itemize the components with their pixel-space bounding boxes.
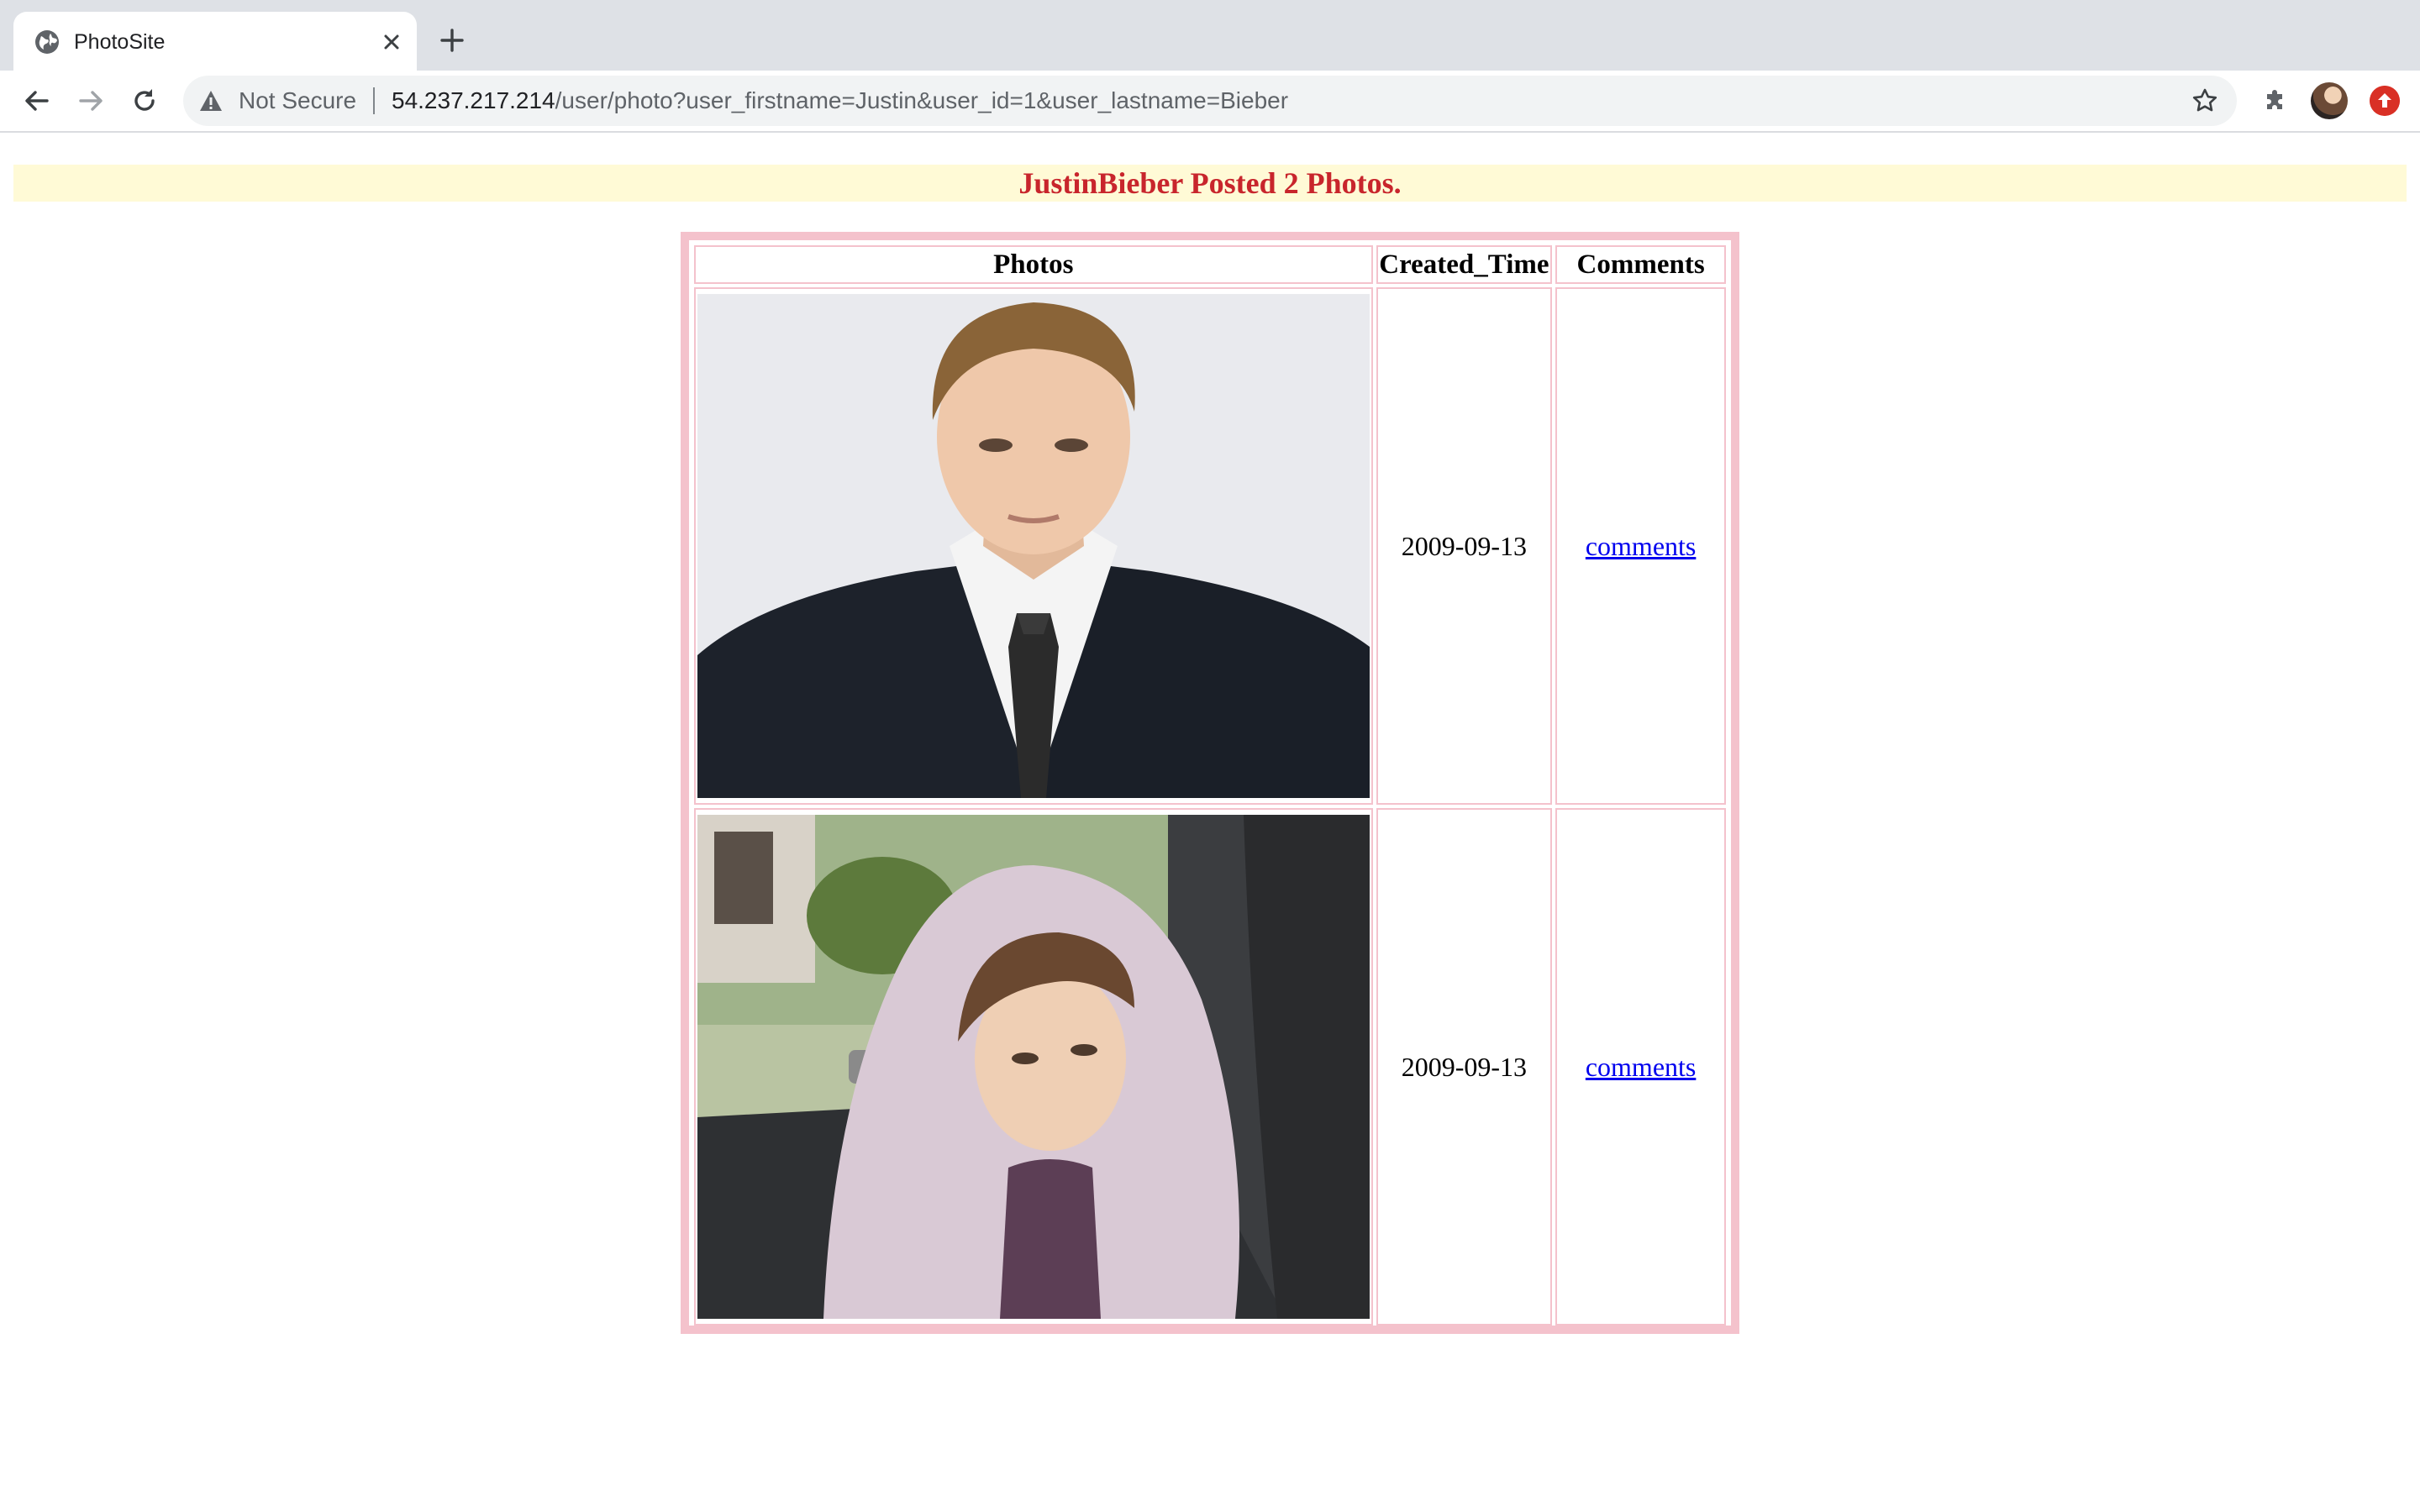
address-bar[interactable]: Not Secure 54.237.217.214/user/photo?use… (183, 76, 2237, 126)
table-row: 2009-09-13 comments (694, 287, 1726, 805)
back-arrow-icon[interactable] (22, 86, 52, 116)
comments-cell: comments (1555, 808, 1726, 1326)
created-time-cell: 2009-09-13 (1376, 287, 1553, 805)
header-photos: Photos (694, 245, 1373, 284)
photos-table: Photos Created_Time Comments 2009-09-13 … (691, 242, 1729, 1329)
created-time-cell: 2009-09-13 (1376, 808, 1553, 1326)
heading-banner: JustinBieber Posted 2 Photos. (13, 165, 2407, 202)
page-heading: JustinBieber Posted 2 Photos. (1018, 166, 1402, 200)
url-path: /user/photo?user_firstname=Justin&user_i… (555, 87, 1289, 113)
forward-arrow-icon[interactable] (76, 86, 106, 116)
photo-2-image (697, 815, 1370, 1319)
browser-tabstrip: PhotoSite (0, 0, 2420, 71)
photos-table-frame: Photos Created_Time Comments 2009-09-13 … (681, 232, 1739, 1334)
globe-icon (35, 30, 59, 54)
comments-link[interactable]: comments (1586, 531, 1697, 561)
header-created-time: Created_Time (1376, 245, 1553, 284)
url-host: 54.237.217.214 (392, 87, 555, 113)
comments-link[interactable]: comments (1586, 1052, 1697, 1082)
new-tab-icon[interactable] (437, 25, 467, 55)
header-comments: Comments (1555, 245, 1726, 284)
bookmark-star-icon[interactable] (2191, 87, 2218, 114)
warning-triangle-icon[interactable] (198, 89, 224, 113)
photo-2 (697, 815, 1370, 1319)
photo-1-image (697, 294, 1370, 798)
reload-icon[interactable] (129, 86, 160, 116)
profile-avatar[interactable] (2311, 82, 2348, 119)
address-separator (373, 87, 375, 114)
extensions-puzzle-icon[interactable] (2260, 84, 2291, 114)
tab-title: PhotoSite (74, 30, 166, 54)
table-row: 2009-09-13 comments (694, 808, 1726, 1326)
update-arrow-icon[interactable] (2370, 86, 2400, 116)
browser-toolbar: Not Secure 54.237.217.214/user/photo?use… (0, 71, 2420, 133)
security-label[interactable]: Not Secure (239, 86, 356, 116)
close-icon[interactable] (380, 30, 403, 54)
browser-tab[interactable]: PhotoSite (13, 12, 417, 71)
table-header-row: Photos Created_Time Comments (694, 245, 1726, 284)
comments-cell: comments (1555, 287, 1726, 805)
photo-cell (694, 808, 1373, 1326)
photo-1 (697, 294, 1370, 798)
photo-cell (694, 287, 1373, 805)
url-text[interactable]: 54.237.217.214/user/photo?user_firstname… (392, 86, 1288, 116)
